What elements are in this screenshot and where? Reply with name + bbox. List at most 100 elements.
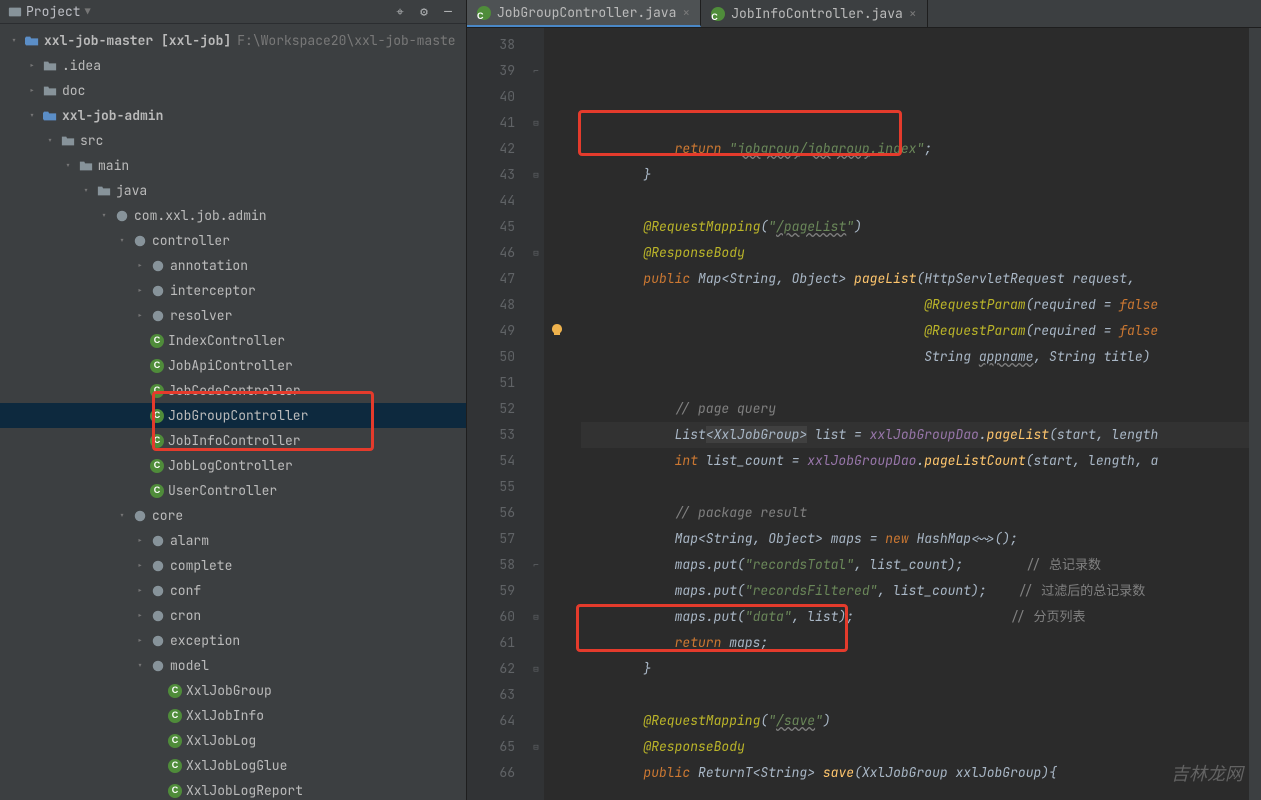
close-tab-icon[interactable]: × (909, 5, 917, 22)
expand-arrow-icon[interactable]: ▾ (26, 109, 38, 122)
expand-arrow-icon[interactable]: ▸ (134, 309, 146, 322)
project-selector[interactable]: Project ▼ (8, 3, 91, 20)
code-line[interactable]: maps.put("recordsTotal", list_count); //… (581, 552, 1261, 578)
line-number[interactable]: 43 (467, 162, 515, 188)
tree-node-main[interactable]: ▾main (0, 153, 466, 178)
code-line[interactable]: } (581, 162, 1261, 188)
code-line[interactable]: @RequestMapping("/save") (581, 708, 1261, 734)
fold-handle-icon[interactable]: ⊟ (530, 611, 542, 623)
editor-tab[interactable]: JobGroupController.java× (467, 0, 701, 27)
code-line[interactable]: // page query (581, 396, 1261, 422)
tree-node-controller[interactable]: ▾controller (0, 228, 466, 253)
code-line[interactable]: @RequestMapping("/pageList") (581, 214, 1261, 240)
tree-node-cron[interactable]: ▸cron (0, 603, 466, 628)
fold-handle-icon[interactable]: ⊟ (530, 741, 542, 753)
expand-arrow-icon[interactable]: ▾ (116, 509, 128, 522)
line-number[interactable]: 56 (467, 500, 515, 526)
expand-arrow-icon[interactable]: ▸ (134, 634, 146, 647)
code-line[interactable] (581, 370, 1261, 396)
line-number[interactable]: 63 (467, 682, 515, 708)
line-number[interactable]: 59 (467, 578, 515, 604)
tree-node-com-xxl-job-admin[interactable]: ▾com.xxl.job.admin (0, 203, 466, 228)
expand-arrow-icon[interactable]: ▸ (26, 84, 38, 97)
expand-arrow-icon[interactable]: ▾ (44, 134, 56, 147)
code-line[interactable] (581, 188, 1261, 214)
line-number[interactable]: 46 (467, 240, 515, 266)
line-number[interactable]: 66 (467, 760, 515, 786)
settings-button[interactable]: ⚙ (414, 2, 434, 22)
tree-node-xxl-job-master--xxl-job-[interactable]: ▾xxl-job-master [xxl-job]F:\Workspace20\… (0, 28, 466, 53)
expand-arrow-icon[interactable]: ▸ (134, 534, 146, 547)
code-line[interactable]: // package result (581, 500, 1261, 526)
tree-node-core[interactable]: ▾core (0, 503, 466, 528)
tree-node-indexcontroller[interactable]: IndexController (0, 328, 466, 353)
line-number[interactable]: 39 (467, 58, 515, 84)
line-number[interactable]: 54 (467, 448, 515, 474)
line-number[interactable]: 48 (467, 292, 515, 318)
code-line[interactable] (581, 474, 1261, 500)
expand-arrow-icon[interactable]: ▾ (80, 184, 92, 197)
tree-node-alarm[interactable]: ▸alarm (0, 528, 466, 553)
fold-handle-icon[interactable]: ⌐ (530, 65, 542, 77)
code-line[interactable]: @RequestParam(required = false (581, 292, 1261, 318)
line-gutter[interactable]: 3839404142434445464748495051525354555657… (467, 28, 527, 800)
line-number[interactable]: 40 (467, 84, 515, 110)
tree-node-java[interactable]: ▾java (0, 178, 466, 203)
line-number[interactable]: 55 (467, 474, 515, 500)
code-line[interactable]: int list_count = xxlJobGroupDao.pageList… (581, 448, 1261, 474)
editor-tab[interactable]: JobInfoController.java× (701, 0, 927, 27)
line-number[interactable]: 49 (467, 318, 515, 344)
code-line[interactable]: @ResponseBody (581, 734, 1261, 760)
code-line[interactable]: Map<String, Object> maps = new HashMap<~… (581, 526, 1261, 552)
fold-handle-icon[interactable]: ⊟ (530, 117, 542, 129)
expand-arrow-icon[interactable]: ▸ (134, 284, 146, 297)
tree-node-model[interactable]: ▾model (0, 653, 466, 678)
tree-node-jobgroupcontroller[interactable]: JobGroupController (0, 403, 466, 428)
line-number[interactable]: 51 (467, 370, 515, 396)
code-line[interactable] (581, 786, 1261, 800)
line-number[interactable]: 57 (467, 526, 515, 552)
tree-node-xxljoblog[interactable]: XxlJobLog (0, 728, 466, 753)
tree-node-xxljoblogreport[interactable]: XxlJobLogReport (0, 778, 466, 800)
line-number[interactable]: 62@ (467, 656, 515, 682)
line-number[interactable]: 52 (467, 396, 515, 422)
tree-node-jobapicontroller[interactable]: JobApiController (0, 353, 466, 378)
line-number[interactable]: 45 (467, 214, 515, 240)
tree-node-joblogcontroller[interactable]: JobLogController (0, 453, 466, 478)
tree-node-xxljobgroup[interactable]: XxlJobGroup (0, 678, 466, 703)
tree-node-annotation[interactable]: ▸annotation (0, 253, 466, 278)
tree-node-xxljoblogglue[interactable]: XxlJobLogGlue (0, 753, 466, 778)
line-number[interactable]: 65 (467, 734, 515, 760)
line-number[interactable]: 41 (467, 110, 515, 136)
line-number[interactable]: 53 (467, 422, 515, 448)
select-opened-file-button[interactable]: ⌖ (390, 2, 410, 22)
tree-node--idea[interactable]: ▸.idea (0, 53, 466, 78)
line-number[interactable]: 58 (467, 552, 515, 578)
code-line[interactable]: @ResponseBody (581, 240, 1261, 266)
fold-handle-icon[interactable]: ⊟ (530, 663, 542, 675)
code-line[interactable]: maps.put("recordsFiltered", list_count);… (581, 578, 1261, 604)
tree-node-usercontroller[interactable]: UserController (0, 478, 466, 503)
line-number[interactable]: 64 (467, 708, 515, 734)
expand-arrow-icon[interactable]: ▾ (98, 209, 110, 222)
line-number[interactable]: 38 (467, 32, 515, 58)
tree-node-conf[interactable]: ▸conf (0, 578, 466, 603)
line-number[interactable]: 44 (467, 188, 515, 214)
code-line[interactable]: public Map<String, Object> pageList(Http… (581, 266, 1261, 292)
code-line[interactable] (581, 682, 1261, 708)
fold-handle-icon[interactable]: ⌐ (530, 559, 542, 571)
code-line[interactable]: return maps; (581, 630, 1261, 656)
line-number[interactable]: 60 (467, 604, 515, 630)
vertical-scrollbar[interactable] (1249, 28, 1261, 800)
code-line[interactable]: String appname, String title) (581, 344, 1261, 370)
tree-node-xxljobinfo[interactable]: XxlJobInfo (0, 703, 466, 728)
expand-arrow-icon[interactable]: ▸ (134, 559, 146, 572)
code-line[interactable]: } (581, 656, 1261, 682)
tree-node-doc[interactable]: ▸doc (0, 78, 466, 103)
line-number[interactable]: 47 (467, 266, 515, 292)
line-number[interactable]: 42 (467, 136, 515, 162)
tree-node-jobinfocontroller[interactable]: JobInfoController (0, 428, 466, 453)
tree-node-src[interactable]: ▾src (0, 128, 466, 153)
code-line[interactable]: @RequestParam(required = false (581, 318, 1261, 344)
expand-arrow-icon[interactable]: ▾ (116, 234, 128, 247)
